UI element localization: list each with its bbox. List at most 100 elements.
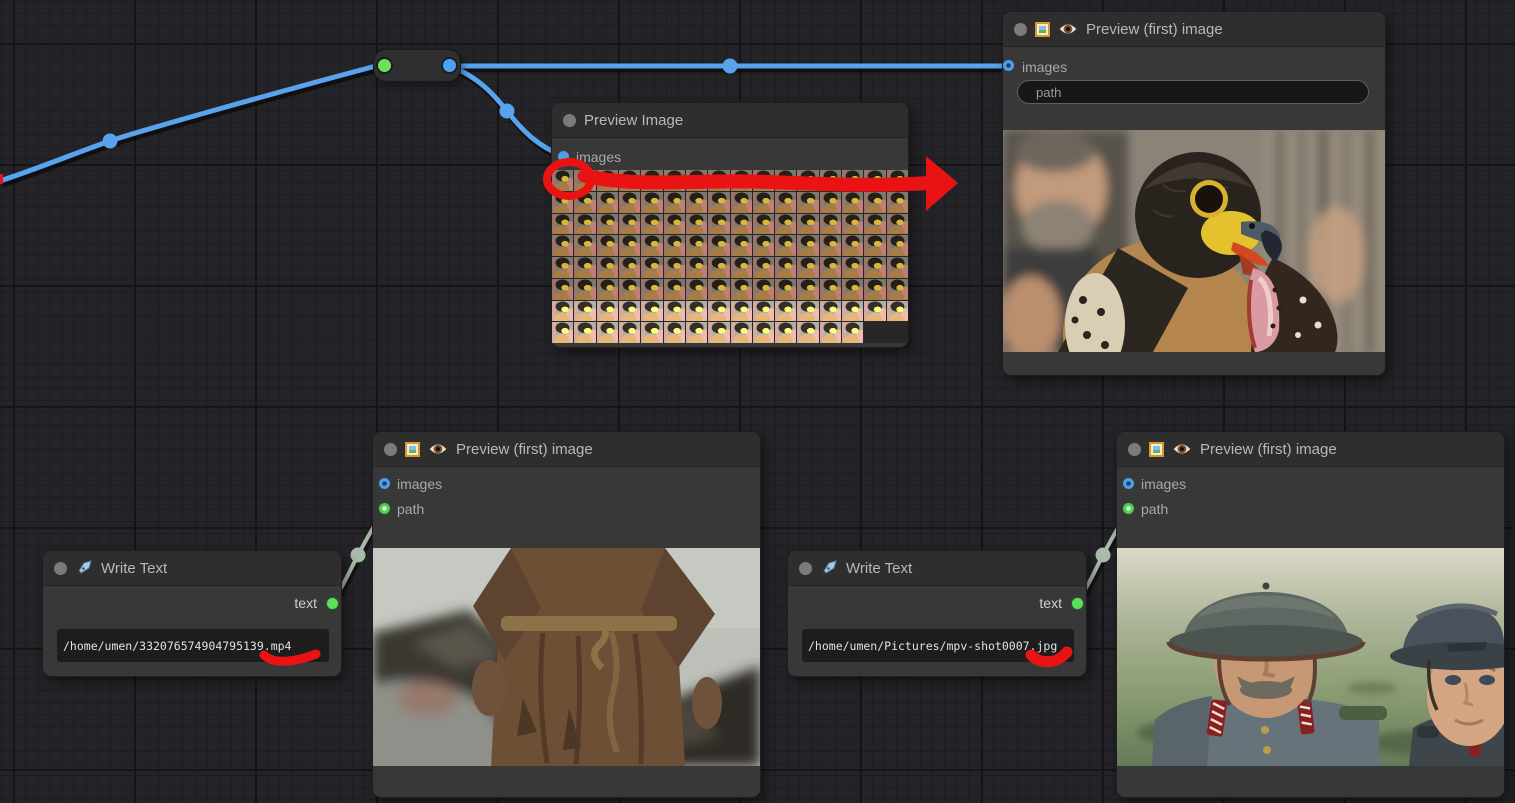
thumbnail [820,301,841,322]
collapse-dot[interactable] [563,114,576,127]
node-header: Write Text [788,551,1086,586]
thumbnail [797,257,818,278]
preview-image-soldiers [1117,548,1504,766]
thumbnail [753,279,774,300]
thumbnail [552,235,573,256]
thumbnail [664,192,685,213]
collapse-dot[interactable] [1014,23,1027,36]
node-title: Preview (first) image [456,441,593,458]
thumbnail [574,214,595,235]
node-write-text-right[interactable]: Write Text text /home/umen/Pictures/mpv-… [788,551,1086,676]
thumbnail [664,301,685,322]
eye-icon [428,442,448,456]
path-input[interactable] [1017,80,1369,104]
collapse-dot[interactable] [384,443,397,456]
thumbnail [619,257,640,278]
collapse-dot[interactable] [1128,443,1141,456]
thumbnail [708,170,729,191]
output-label-text: text [294,595,317,611]
input-port-path[interactable] [379,503,390,514]
node-title: Preview (first) image [1200,441,1337,458]
thumbnail [708,235,729,256]
thumbnail [686,192,707,213]
input-port-path[interactable] [1123,503,1134,514]
node-title: Preview Image [584,112,683,129]
preview-image-robe [373,548,760,766]
thumbnail [842,192,863,213]
text-widget[interactable]: /home/umen/332076574904795139.mp4 [57,629,329,662]
eye-icon [1172,442,1192,456]
thumbnail [820,257,841,278]
thumbnail [775,214,796,235]
node-preview-image-batch[interactable]: Preview Image images [552,103,908,347]
thumbnail [864,235,885,256]
node-header: Preview (first) image [373,432,760,467]
collapse-dot[interactable] [799,562,812,575]
input-port-images[interactable] [379,478,390,489]
thumbnail [864,192,885,213]
thumbnail [731,235,752,256]
thumbnail [753,301,774,322]
output-label-text: text [1039,595,1062,611]
framed-picture-icon [1149,442,1164,457]
thumbnail [597,322,618,343]
thumbnail [574,192,595,213]
fountain-pen-icon [75,559,93,577]
thumbnail [708,301,729,322]
thumbnail [887,192,908,213]
node-graph-canvas[interactable]: Preview (first) image images [0,0,1515,803]
thumbnail [641,170,662,191]
thumbnail [887,301,908,322]
thumbnail [820,214,841,235]
thumbnail [775,235,796,256]
collapsed-output-port[interactable] [443,59,456,72]
input-label-images: images [397,476,442,492]
thumbnail [686,257,707,278]
thumbnail [775,322,796,343]
input-port-images[interactable] [1123,478,1134,489]
thumbnail [820,192,841,213]
thumbnail [731,279,752,300]
node-write-text-left[interactable]: Write Text text /home/umen/3320765749047… [43,551,341,676]
output-port-text[interactable] [1072,598,1083,609]
thumbnail [775,170,796,191]
thumbnail [619,322,640,343]
thumbnail [731,322,752,343]
thumbnail [597,301,618,322]
node-preview-first-image-top[interactable]: Preview (first) image images [1003,12,1385,375]
collapse-dot[interactable] [54,562,67,575]
thumbnail [574,257,595,278]
collapsed-node[interactable] [374,50,460,81]
thumbnail [797,170,818,191]
thumbnail [686,301,707,322]
node-preview-first-image-right[interactable]: Preview (first) image images path [1117,432,1504,797]
thumbnail [552,214,573,235]
text-widget[interactable]: /home/umen/Pictures/mpv-shot0007.jpg [802,629,1074,662]
thumbnail [842,170,863,191]
thumbnail [552,322,573,343]
thumbnail [731,301,752,322]
thumbnail [820,235,841,256]
node-header: Preview (first) image [1003,12,1385,47]
text-value: /home/umen/332076574904795139.mp4 [63,639,291,653]
thumbnail [664,214,685,235]
thumbnail [797,279,818,300]
collapsed-input-port[interactable] [378,59,391,72]
output-port-text[interactable] [327,598,338,609]
thumbnail [619,301,640,322]
thumbnail [753,192,774,213]
node-title: Write Text [101,560,167,577]
input-port-images[interactable] [558,151,569,162]
thumbnail [641,192,662,213]
input-port-images[interactable] [1003,60,1014,71]
thumbnail [842,257,863,278]
thumbnail [641,301,662,322]
thumbnail [686,279,707,300]
thumbnail [887,214,908,235]
thumbnail [552,192,573,213]
framed-picture-icon [1035,22,1050,37]
node-preview-first-image-mid[interactable]: Preview (first) image images path [373,432,760,797]
thumbnail [597,279,618,300]
thumbnail [552,170,573,191]
thumbnail [619,279,640,300]
